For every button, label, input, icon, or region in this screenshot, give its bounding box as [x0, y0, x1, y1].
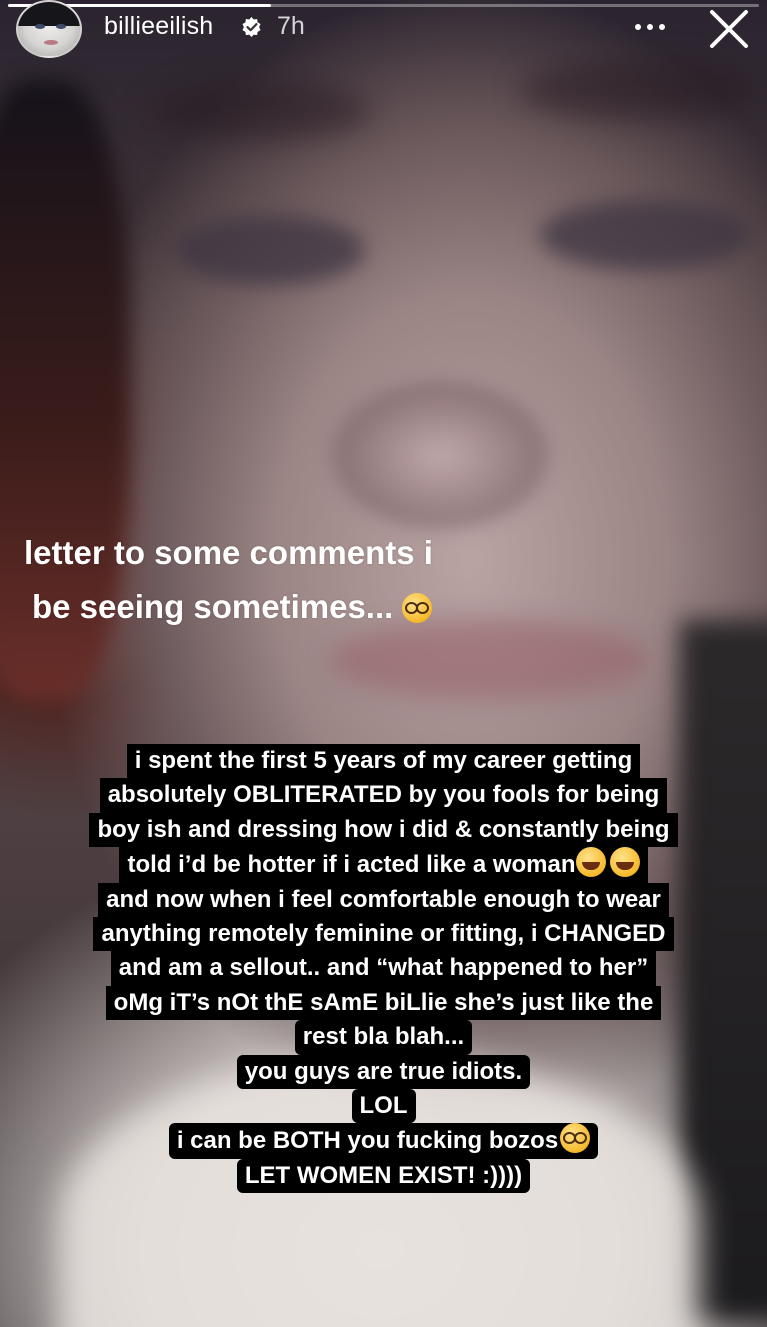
message-line: and am a sellout.. and “what happened to… — [110, 951, 657, 986]
verified-badge-icon — [242, 17, 261, 37]
caption-line-1: letter to some comments i — [24, 536, 433, 569]
username[interactable]: billieeilish — [104, 12, 213, 41]
post-time: 7h — [277, 12, 305, 40]
story-progress-bar — [8, 4, 759, 7]
story-photo-detail — [330, 380, 550, 530]
nerd-face-emoji-icon — [402, 593, 433, 623]
story-header: billieeilish 7h — [0, 0, 767, 60]
laughing-emoji-icon — [575, 847, 606, 878]
story-view[interactable]: billieeilish 7h letter to some comments … — [0, 0, 767, 1327]
message-line: rest bla blah... — [294, 1020, 473, 1055]
caption-text: letter to some comments i — [24, 534, 433, 571]
story-photo-detail — [150, 80, 370, 140]
nerd-face-emoji-icon — [560, 1123, 591, 1154]
story-photo-detail — [540, 200, 750, 270]
caption-text: be seeing sometimes... — [32, 588, 394, 625]
story-photo-detail — [520, 60, 760, 120]
message-line: LOL — [351, 1089, 416, 1124]
message-line: and now when i feel comfortable enough t… — [98, 882, 669, 918]
message-line: you guys are true idiots. — [236, 1054, 531, 1090]
story-message: i spent the first 5 years of my career g… — [0, 744, 767, 1194]
avatar-lip — [44, 40, 58, 45]
laughing-emoji-icon — [609, 847, 640, 878]
avatar-eye — [35, 24, 45, 29]
message-line: anything remotely feminine or fitting, i… — [93, 917, 674, 952]
message-line: absolutely OBLITERATED by you fools for … — [99, 778, 668, 813]
caption-line-2: be seeing sometimes... — [32, 588, 433, 625]
avatar-hair — [18, 2, 80, 27]
message-line: i can be BOTH you fucking bozos — [168, 1123, 599, 1159]
message-line: oMg iT’s nOt thE sAmE biLlie she’s just … — [105, 985, 662, 1021]
message-line: boy ish and dressing how i did & constan… — [89, 812, 678, 848]
story-photo-detail — [175, 215, 365, 285]
more-options-icon[interactable] — [632, 18, 668, 36]
message-line: i spent the first 5 years of my career g… — [126, 744, 641, 779]
message-line: told i’d be hotter if i acted like a wom… — [119, 847, 648, 883]
message-line: LET WOMEN EXIST! :)))) — [236, 1158, 531, 1194]
story-photo-detail — [330, 620, 650, 700]
close-icon[interactable] — [706, 6, 752, 52]
avatar-eye — [56, 24, 66, 29]
profile-avatar[interactable] — [16, 0, 82, 58]
